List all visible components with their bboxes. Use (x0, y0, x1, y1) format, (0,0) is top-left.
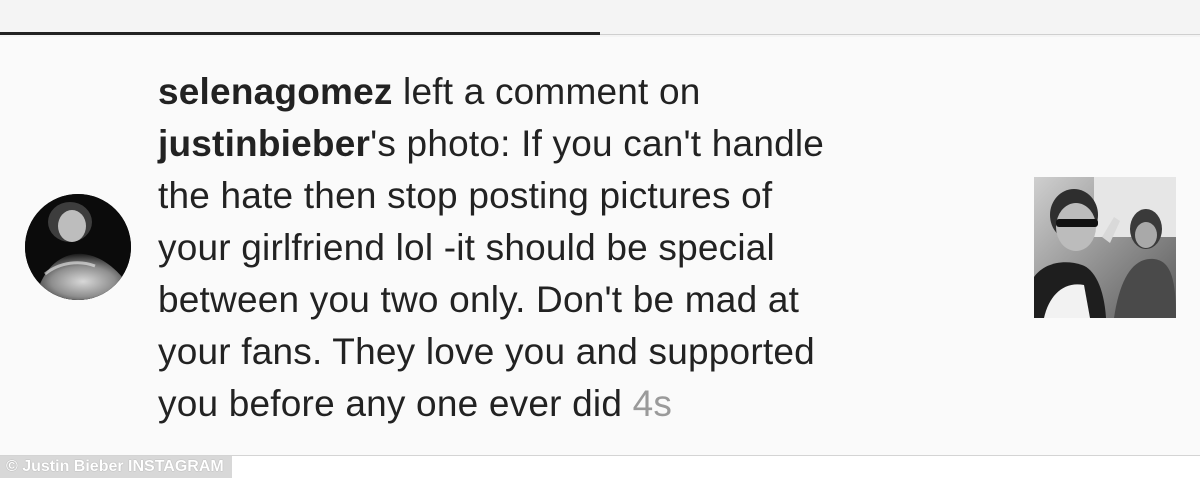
post-photo-icon (1034, 177, 1176, 318)
activity-tab-bar (0, 0, 1200, 37)
notification-text: selenagomez left a comment on justinbieb… (158, 66, 1018, 430)
target-username[interactable]: justinbieber (158, 123, 370, 164)
instagram-activity-screen: selenagomez left a comment on justinbieb… (0, 0, 1200, 481)
action-text: left a comment on (392, 71, 712, 112)
comment-line: the hate then stop posting pictures of (158, 175, 773, 216)
tab-active-indicator (0, 32, 600, 35)
comment-line: you before any one ever did (158, 383, 623, 424)
photo-credit: © Justin Bieber INSTAGRAM (0, 456, 232, 478)
timestamp: 4s (632, 383, 673, 424)
comment-line: between you two only. Don't be mad at (158, 279, 800, 320)
comment-line: your fans. They love you and supported (158, 331, 815, 372)
commenter-username[interactable]: selenagomez (158, 71, 393, 112)
comment-line: If you can't handle (521, 123, 825, 164)
post-thumbnail[interactable] (1034, 177, 1176, 318)
comment-line: your girlfriend lol -it should be specia… (158, 227, 775, 268)
avatar[interactable] (25, 194, 131, 300)
tab-divider (600, 34, 1200, 35)
avatar-photo-icon (25, 194, 131, 300)
comment-prefix: 's photo: (370, 123, 522, 164)
